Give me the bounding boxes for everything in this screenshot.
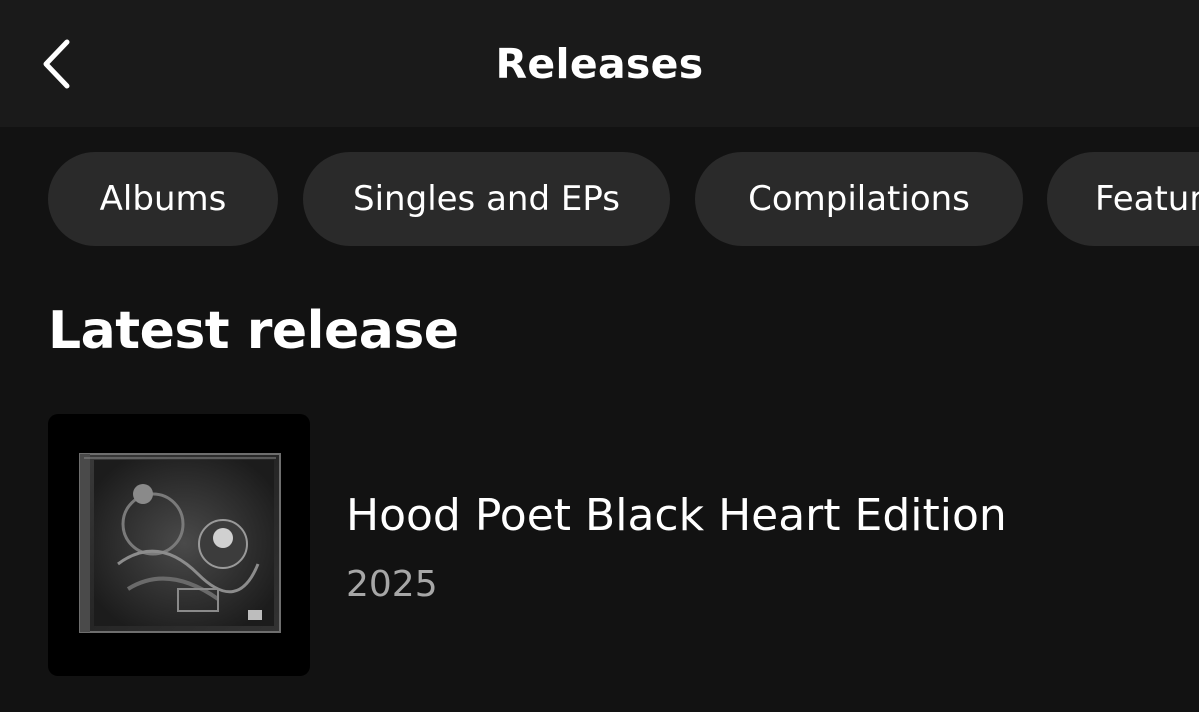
album-cover-image <box>48 414 310 676</box>
filter-chip-singles-and-eps[interactable]: Singles and EPs <box>303 152 670 246</box>
release-title: Hood Poet Black Heart Edition <box>346 490 1007 541</box>
top-bar: Releases <box>0 0 1199 127</box>
filter-chip-albums[interactable]: Albums <box>48 152 278 246</box>
filter-chips: Albums Singles and EPs Compilations Feat… <box>0 152 1199 246</box>
section-title-latest-release: Latest release <box>48 301 459 361</box>
filter-chip-featuring[interactable]: Featur <box>1047 152 1199 246</box>
page-title: Releases <box>495 40 704 88</box>
latest-release-item[interactable]: Hood Poet Black Heart Edition 2025 <box>48 414 1148 676</box>
filter-chip-compilations[interactable]: Compilations <box>695 152 1023 246</box>
release-year: 2025 <box>346 564 438 605</box>
